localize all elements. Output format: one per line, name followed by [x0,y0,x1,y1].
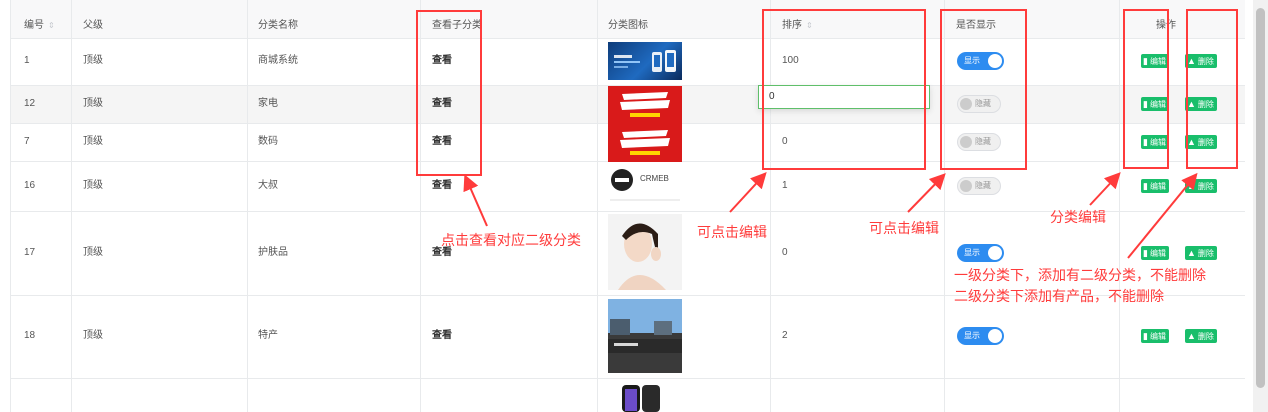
annotation-view-sub: 点击查看对应二级分类 [441,232,581,248]
annotation-delete-line2: 二级分类下添加有产品，不能删除 [954,288,1164,304]
vertical-scrollbar[interactable] [1253,0,1268,412]
annotation-category-edit: 分类编辑 [1050,209,1106,225]
annotation-delete-line1: 一级分类下，添加有二级分类，不能删除 [954,267,1206,283]
scrollbar-thumb[interactable] [1256,8,1265,388]
annotation-arrows [463,172,1198,259]
annotation-show-edit: 可点击编辑 [869,220,939,236]
annotation-sort-edit: 可点击编辑 [697,224,767,240]
